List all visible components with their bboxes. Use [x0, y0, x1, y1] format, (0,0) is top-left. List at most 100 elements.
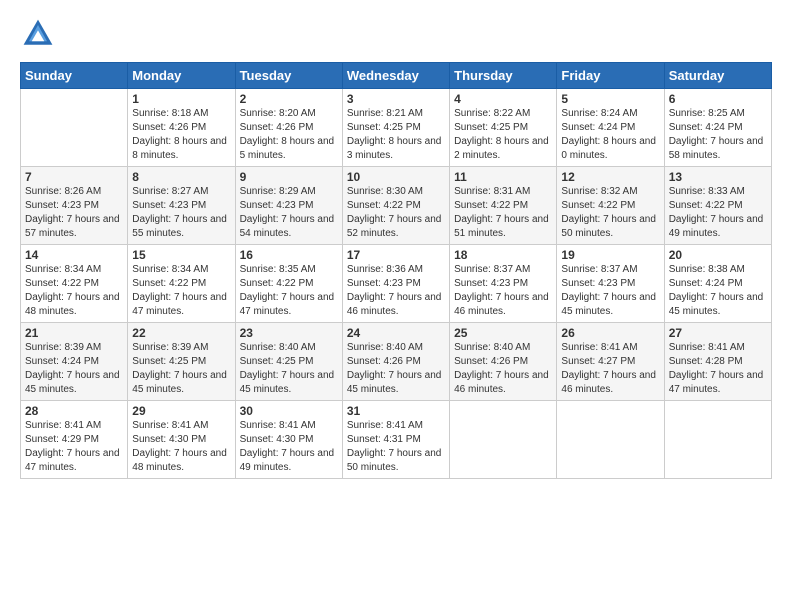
day-info: Sunrise: 8:20 AMSunset: 4:26 PMDaylight:…: [240, 107, 338, 163]
day-number: 17: [347, 248, 445, 262]
day-number: 16: [240, 248, 338, 262]
calendar-cell: 27Sunrise: 8:41 AMSunset: 4:28 PMDayligh…: [664, 323, 771, 401]
day-info: Sunrise: 8:40 AMSunset: 4:26 PMDaylight:…: [347, 341, 445, 397]
day-number: 3: [347, 92, 445, 106]
day-info: Sunrise: 8:29 AMSunset: 4:23 PMDaylight:…: [240, 185, 338, 241]
calendar-cell: 4Sunrise: 8:22 AMSunset: 4:25 PMDaylight…: [450, 89, 557, 167]
day-number: 5: [561, 92, 659, 106]
calendar-cell: 6Sunrise: 8:25 AMSunset: 4:24 PMDaylight…: [664, 89, 771, 167]
day-number: 1: [132, 92, 230, 106]
day-info: Sunrise: 8:40 AMSunset: 4:26 PMDaylight:…: [454, 341, 552, 397]
calendar-week-3: 14Sunrise: 8:34 AMSunset: 4:22 PMDayligh…: [21, 245, 772, 323]
day-info: Sunrise: 8:39 AMSunset: 4:24 PMDaylight:…: [25, 341, 123, 397]
calendar-cell: 26Sunrise: 8:41 AMSunset: 4:27 PMDayligh…: [557, 323, 664, 401]
calendar-cell: 2Sunrise: 8:20 AMSunset: 4:26 PMDaylight…: [235, 89, 342, 167]
day-number: 13: [669, 170, 767, 184]
day-number: 29: [132, 404, 230, 418]
calendar-cell: 14Sunrise: 8:34 AMSunset: 4:22 PMDayligh…: [21, 245, 128, 323]
day-info: Sunrise: 8:38 AMSunset: 4:24 PMDaylight:…: [669, 263, 767, 319]
calendar-cell: 20Sunrise: 8:38 AMSunset: 4:24 PMDayligh…: [664, 245, 771, 323]
calendar-week-4: 21Sunrise: 8:39 AMSunset: 4:24 PMDayligh…: [21, 323, 772, 401]
day-info: Sunrise: 8:41 AMSunset: 4:30 PMDaylight:…: [132, 419, 230, 475]
day-number: 25: [454, 326, 552, 340]
day-number: 12: [561, 170, 659, 184]
calendar-cell: 12Sunrise: 8:32 AMSunset: 4:22 PMDayligh…: [557, 167, 664, 245]
calendar-cell: [664, 401, 771, 479]
calendar-cell: 11Sunrise: 8:31 AMSunset: 4:22 PMDayligh…: [450, 167, 557, 245]
calendar-cell: [557, 401, 664, 479]
calendar-header-monday: Monday: [128, 63, 235, 89]
day-info: Sunrise: 8:41 AMSunset: 4:30 PMDaylight:…: [240, 419, 338, 475]
calendar-cell: 22Sunrise: 8:39 AMSunset: 4:25 PMDayligh…: [128, 323, 235, 401]
day-number: 11: [454, 170, 552, 184]
calendar-cell: 8Sunrise: 8:27 AMSunset: 4:23 PMDaylight…: [128, 167, 235, 245]
calendar-header-wednesday: Wednesday: [342, 63, 449, 89]
day-number: 31: [347, 404, 445, 418]
day-number: 24: [347, 326, 445, 340]
day-number: 8: [132, 170, 230, 184]
calendar-header-thursday: Thursday: [450, 63, 557, 89]
page: SundayMondayTuesdayWednesdayThursdayFrid…: [0, 0, 792, 612]
calendar-cell: 25Sunrise: 8:40 AMSunset: 4:26 PMDayligh…: [450, 323, 557, 401]
calendar-table: SundayMondayTuesdayWednesdayThursdayFrid…: [20, 62, 772, 479]
day-info: Sunrise: 8:26 AMSunset: 4:23 PMDaylight:…: [25, 185, 123, 241]
logo-icon: [20, 16, 56, 52]
day-info: Sunrise: 8:31 AMSunset: 4:22 PMDaylight:…: [454, 185, 552, 241]
day-number: 27: [669, 326, 767, 340]
calendar-cell: 15Sunrise: 8:34 AMSunset: 4:22 PMDayligh…: [128, 245, 235, 323]
day-info: Sunrise: 8:34 AMSunset: 4:22 PMDaylight:…: [132, 263, 230, 319]
day-info: Sunrise: 8:34 AMSunset: 4:22 PMDaylight:…: [25, 263, 123, 319]
calendar-cell: 17Sunrise: 8:36 AMSunset: 4:23 PMDayligh…: [342, 245, 449, 323]
calendar-cell: 21Sunrise: 8:39 AMSunset: 4:24 PMDayligh…: [21, 323, 128, 401]
day-number: 2: [240, 92, 338, 106]
day-number: 18: [454, 248, 552, 262]
day-info: Sunrise: 8:41 AMSunset: 4:29 PMDaylight:…: [25, 419, 123, 475]
day-number: 26: [561, 326, 659, 340]
calendar-week-5: 28Sunrise: 8:41 AMSunset: 4:29 PMDayligh…: [21, 401, 772, 479]
day-info: Sunrise: 8:32 AMSunset: 4:22 PMDaylight:…: [561, 185, 659, 241]
day-number: 20: [669, 248, 767, 262]
calendar-cell: 7Sunrise: 8:26 AMSunset: 4:23 PMDaylight…: [21, 167, 128, 245]
calendar-cell: 29Sunrise: 8:41 AMSunset: 4:30 PMDayligh…: [128, 401, 235, 479]
day-info: Sunrise: 8:24 AMSunset: 4:24 PMDaylight:…: [561, 107, 659, 163]
day-number: 9: [240, 170, 338, 184]
day-info: Sunrise: 8:18 AMSunset: 4:26 PMDaylight:…: [132, 107, 230, 163]
day-info: Sunrise: 8:35 AMSunset: 4:22 PMDaylight:…: [240, 263, 338, 319]
calendar-header-tuesday: Tuesday: [235, 63, 342, 89]
day-info: Sunrise: 8:25 AMSunset: 4:24 PMDaylight:…: [669, 107, 767, 163]
day-number: 21: [25, 326, 123, 340]
day-number: 7: [25, 170, 123, 184]
calendar-cell: 24Sunrise: 8:40 AMSunset: 4:26 PMDayligh…: [342, 323, 449, 401]
calendar-header-row: SundayMondayTuesdayWednesdayThursdayFrid…: [21, 63, 772, 89]
day-info: Sunrise: 8:33 AMSunset: 4:22 PMDaylight:…: [669, 185, 767, 241]
calendar-cell: 30Sunrise: 8:41 AMSunset: 4:30 PMDayligh…: [235, 401, 342, 479]
day-number: 4: [454, 92, 552, 106]
day-number: 14: [25, 248, 123, 262]
calendar-cell: 19Sunrise: 8:37 AMSunset: 4:23 PMDayligh…: [557, 245, 664, 323]
calendar-cell: [450, 401, 557, 479]
day-number: 23: [240, 326, 338, 340]
day-info: Sunrise: 8:21 AMSunset: 4:25 PMDaylight:…: [347, 107, 445, 163]
day-number: 30: [240, 404, 338, 418]
calendar-week-1: 1Sunrise: 8:18 AMSunset: 4:26 PMDaylight…: [21, 89, 772, 167]
day-info: Sunrise: 8:37 AMSunset: 4:23 PMDaylight:…: [454, 263, 552, 319]
calendar-cell: 9Sunrise: 8:29 AMSunset: 4:23 PMDaylight…: [235, 167, 342, 245]
day-info: Sunrise: 8:39 AMSunset: 4:25 PMDaylight:…: [132, 341, 230, 397]
calendar-header-friday: Friday: [557, 63, 664, 89]
day-number: 10: [347, 170, 445, 184]
day-number: 15: [132, 248, 230, 262]
day-info: Sunrise: 8:27 AMSunset: 4:23 PMDaylight:…: [132, 185, 230, 241]
calendar-header-sunday: Sunday: [21, 63, 128, 89]
day-number: 22: [132, 326, 230, 340]
day-number: 19: [561, 248, 659, 262]
calendar-header-saturday: Saturday: [664, 63, 771, 89]
calendar-cell: 1Sunrise: 8:18 AMSunset: 4:26 PMDaylight…: [128, 89, 235, 167]
calendar-cell: 16Sunrise: 8:35 AMSunset: 4:22 PMDayligh…: [235, 245, 342, 323]
day-number: 28: [25, 404, 123, 418]
calendar-cell: 13Sunrise: 8:33 AMSunset: 4:22 PMDayligh…: [664, 167, 771, 245]
day-info: Sunrise: 8:41 AMSunset: 4:31 PMDaylight:…: [347, 419, 445, 475]
calendar-cell: 18Sunrise: 8:37 AMSunset: 4:23 PMDayligh…: [450, 245, 557, 323]
day-info: Sunrise: 8:30 AMSunset: 4:22 PMDaylight:…: [347, 185, 445, 241]
day-info: Sunrise: 8:41 AMSunset: 4:28 PMDaylight:…: [669, 341, 767, 397]
day-info: Sunrise: 8:37 AMSunset: 4:23 PMDaylight:…: [561, 263, 659, 319]
